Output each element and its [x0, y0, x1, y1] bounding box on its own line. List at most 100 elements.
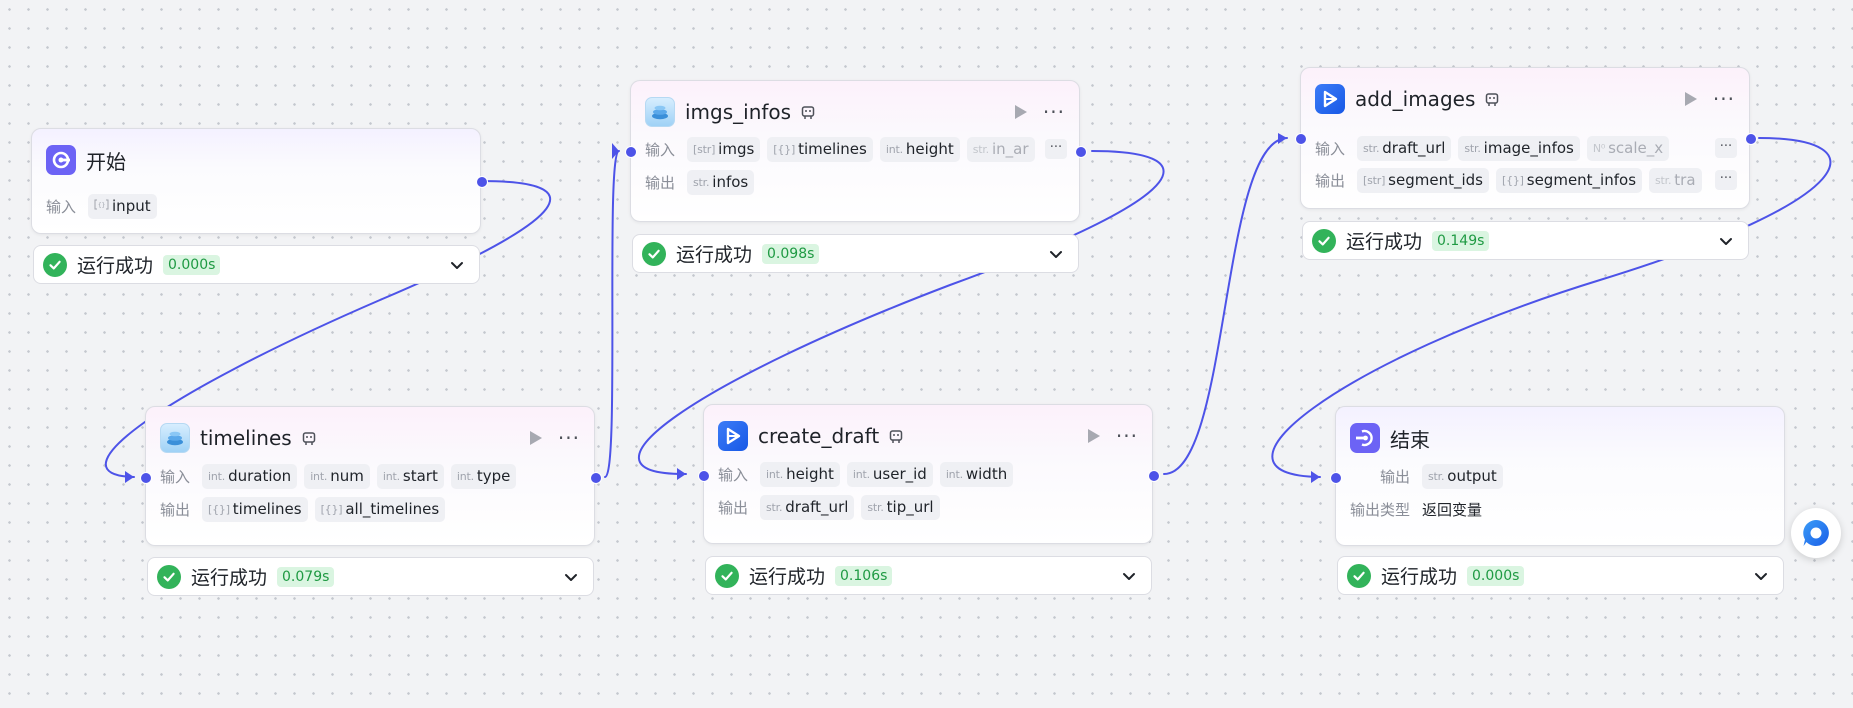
arrow-imgs-infos: [612, 143, 619, 159]
output-label: 输出: [1380, 467, 1411, 486]
run-icon[interactable]: [529, 431, 542, 445]
output-port[interactable]: [476, 176, 488, 188]
param-type: [str]: [1363, 173, 1386, 187]
param-type: str.: [766, 500, 783, 514]
param-chip: int. type: [450, 463, 517, 489]
param-name: segment_ids: [1388, 171, 1483, 189]
param-type: int.: [945, 467, 963, 481]
output-row: 输出 [str] segment_ids [{}] segment_infos st…: [1315, 166, 1737, 194]
param-chip: str. draft_url: [1357, 135, 1452, 161]
param-name: start: [402, 467, 438, 485]
node-title: 结束: [1390, 427, 1430, 452]
param-chip: int. duration: [202, 463, 298, 489]
param-chip: str. draft_url: [760, 494, 855, 520]
arrow-add-images: [1278, 133, 1287, 144]
node-actions: ···: [1684, 89, 1735, 109]
chevron-down-icon[interactable]: [1718, 233, 1734, 249]
time-badge: 0.106s: [835, 565, 893, 586]
param-chip: [{}] timelines: [767, 136, 873, 162]
param-chip: [{}] timelines: [202, 496, 308, 522]
node-add-images[interactable]: add_images ··· 输入 str. draft_url str. imag…: [1295, 67, 1757, 209]
more-params-button[interactable]: ···: [1045, 139, 1067, 159]
more-icon[interactable]: ···: [1116, 426, 1138, 446]
input-port[interactable]: [140, 472, 152, 484]
arrow-create-draft: [677, 468, 686, 480]
node-title: 开始: [86, 149, 126, 174]
output-port[interactable]: [590, 472, 602, 484]
status-bar-add-images[interactable]: 运行成功 0.149s: [1302, 221, 1749, 260]
param-type: str.: [972, 142, 989, 156]
chevron-down-icon[interactable]: [1753, 568, 1769, 584]
param-name: height: [786, 465, 834, 483]
chevron-down-icon[interactable]: [1048, 246, 1064, 262]
input-label: 输入: [46, 197, 77, 216]
node-create-draft[interactable]: create_draft ··· 输入 int. height int. user_…: [698, 404, 1160, 544]
input-label: 输入: [645, 140, 676, 159]
param-name: num: [330, 467, 364, 485]
status-bar-imgs-infos[interactable]: 运行成功 0.098s: [632, 234, 1079, 273]
status-bar-end[interactable]: 运行成功 0.000s: [1337, 556, 1784, 595]
param-name: in_ar: [991, 140, 1029, 158]
plugin-icon: [160, 423, 190, 453]
input-port[interactable]: [698, 470, 710, 482]
run-icon[interactable]: [1684, 92, 1697, 106]
node-imgs-infos[interactable]: imgs_infos ··· 输入 [str] imgs [{}] timeline…: [625, 80, 1087, 222]
node-actions: ···: [529, 428, 580, 448]
status-bar-timelines[interactable]: 运行成功 0.079s: [147, 557, 594, 596]
output-port[interactable]: [1745, 133, 1757, 145]
input-row: 输入 int. duration int. num int. start int. ty…: [160, 462, 582, 490]
end-icon: [1350, 423, 1380, 453]
input-port[interactable]: [625, 146, 637, 158]
node-header: 结束: [1350, 421, 1770, 455]
param-name: draft_url: [1382, 139, 1446, 157]
param-chip: int. num: [304, 463, 370, 489]
param-type: int.: [766, 467, 784, 481]
more-params-button[interactable]: ···: [1715, 170, 1737, 190]
node-actions: ···: [1014, 102, 1065, 122]
param-name: image_infos: [1483, 139, 1574, 157]
param-type: str.: [867, 500, 884, 514]
param-type: int.: [852, 467, 870, 481]
chevron-down-icon[interactable]: [1121, 568, 1137, 584]
param-chip: int. start: [376, 463, 444, 489]
status-bar-create-draft[interactable]: 运行成功 0.106s: [705, 556, 1152, 595]
output-type-label: 输出类型: [1350, 500, 1411, 519]
more-params-button[interactable]: ···: [1715, 138, 1737, 158]
object-type-icon: {}: [94, 199, 109, 213]
param-chip: str. tra: [1649, 167, 1702, 193]
input-port[interactable]: [1330, 472, 1342, 484]
node-end[interactable]: 结束 输出 str. output 输出类型 返回变量: [1330, 406, 1785, 546]
edge-timelines-to-imgs-infos: [604, 150, 620, 478]
arrow-end: [1311, 471, 1320, 483]
output-port[interactable]: [1148, 470, 1160, 482]
input-port[interactable]: [1295, 133, 1307, 145]
output-row: 输出 [{}] timelines [{}] all_timelines: [160, 495, 582, 523]
node-title: timelines: [200, 426, 292, 450]
chevron-down-icon[interactable]: [563, 569, 579, 585]
run-icon[interactable]: [1014, 105, 1027, 119]
more-icon[interactable]: ···: [1713, 89, 1735, 109]
param-name: tra: [1674, 171, 1696, 189]
output-port[interactable]: [1075, 146, 1087, 158]
success-check-icon: [715, 563, 739, 588]
link-badge-icon: [801, 106, 815, 119]
time-badge: 0.098s: [762, 243, 820, 264]
assistant-button[interactable]: [1791, 508, 1841, 558]
param-type: str.: [1428, 469, 1445, 483]
node-timelines[interactable]: timelines ··· 输入 int. duration int. num in…: [140, 406, 602, 546]
run-icon[interactable]: [1087, 429, 1100, 443]
input-label: 输入: [1315, 139, 1346, 158]
chevron-down-icon[interactable]: [449, 257, 465, 273]
start-icon: [46, 145, 76, 175]
capcut-icon: [718, 421, 748, 451]
param-type: str.: [1464, 141, 1481, 155]
output-label: 输出: [1315, 171, 1346, 190]
success-check-icon: [43, 252, 67, 277]
param-name: type: [476, 467, 511, 485]
arrow-timelines: [125, 471, 134, 483]
more-icon[interactable]: ···: [558, 428, 580, 448]
status-bar-start[interactable]: 运行成功 0.000s: [33, 245, 480, 284]
more-icon[interactable]: ···: [1043, 102, 1065, 122]
link-badge-icon: [1486, 93, 1499, 106]
node-start[interactable]: 开始 输入 {} input: [31, 128, 488, 234]
